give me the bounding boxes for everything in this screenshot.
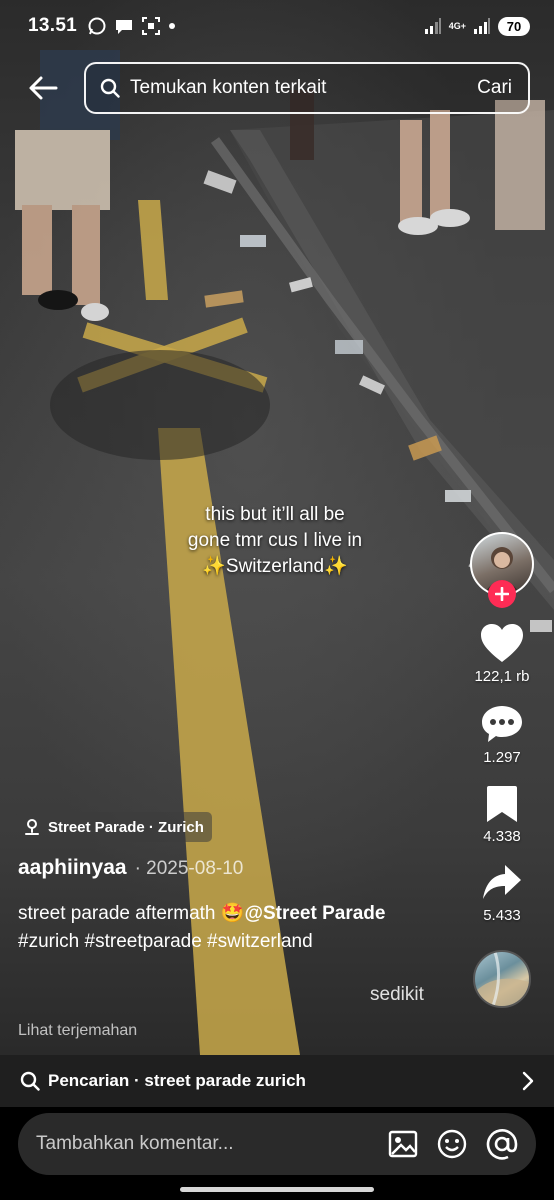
follow-button[interactable] [488,580,516,608]
comment-input[interactable]: Tambahkan komentar... [18,1113,536,1175]
battery-indicator: 70 [498,16,530,36]
signal-icon [474,18,490,34]
location-tag[interactable]: Street Parade · Zurich [16,812,212,842]
related-search-bar[interactable]: Pencarian · street parade zurich [0,1055,554,1107]
save-count: 4.338 [483,828,521,845]
dot-icon [169,23,176,29]
screenshot-icon [142,17,161,35]
arrow-left-icon [29,76,58,100]
network-type: 4G+ [448,20,466,31]
whatsapp-icon [88,17,106,35]
chevron-right-icon [522,1071,534,1091]
mention-link[interactable]: @Street Parade [244,903,385,924]
post-date: · 2025-08-10 [134,858,244,879]
video-text-overlay: this but it’ll all be gone tmr cus I liv… [160,502,390,580]
heart-icon [480,624,523,662]
comment-bar: Tambahkan komentar... [0,1107,554,1200]
author-row: aaphiinyaa · 2025-08-10 [18,856,243,880]
emoji-icon[interactable] [436,1128,468,1160]
related-search-label: Pencarian · street parade zurich [48,1071,306,1090]
search-header: Temukan konten terkait Cari [0,60,554,116]
action-rail: 122,1 rb 1.297 4.338 5.433 [464,532,540,1008]
home-indicator[interactable] [180,1187,374,1192]
save-button[interactable]: 4.338 [483,784,521,845]
sound-cover-image [475,952,529,1006]
author-username[interactable]: aaphiinyaa [18,856,127,880]
comment-placeholder: Tambahkan komentar... [36,1133,234,1154]
post-description: street parade aftermath 🤩@Street Parade … [18,900,438,956]
share-count: 5.433 [483,907,521,924]
search-placeholder: Temukan konten terkait [130,77,327,98]
status-bar: 13.51 4G+ 70 [0,0,554,52]
comment-count: 1.297 [483,749,521,766]
share-arrow-icon [483,865,521,899]
comment-icon [482,706,522,742]
like-count: 122,1 rb [474,668,530,685]
share-button[interactable]: 5.433 [481,863,523,924]
chat-icon [116,20,133,34]
search-submit-button[interactable]: Cari [477,77,512,99]
caption-line: ✨Switzerland✨ [202,556,348,577]
caption-line: this but it’ll all be [205,504,345,525]
signal-icon [424,18,441,34]
search-input[interactable]: Temukan konten terkait Cari [84,62,530,114]
location-pin-icon [25,819,39,835]
collapse-description-button[interactable]: sedikit [370,984,424,1006]
hashtag-list[interactable]: #zurich #streetparade #switzerland [18,931,313,952]
caption-line: gone tmr cus I live in [187,530,363,551]
creator-avatar-group [470,532,534,608]
like-button[interactable]: 122,1 rb [474,622,530,685]
music-disc[interactable] [473,950,531,1008]
description-text: street parade aftermath 🤩 [18,903,245,924]
back-button[interactable] [20,68,66,108]
image-icon[interactable] [388,1130,418,1158]
see-translation-button[interactable]: Lihat terjemahan [18,1022,137,1040]
comment-button[interactable]: 1.297 [480,703,524,766]
location-label: Street Parade · Zurich [48,818,204,836]
status-time: 13.51 [28,15,78,36]
search-icon [100,78,120,98]
mention-icon[interactable] [486,1128,518,1160]
search-icon [20,1071,40,1091]
plus-icon [495,587,509,601]
bookmark-icon [486,786,517,822]
